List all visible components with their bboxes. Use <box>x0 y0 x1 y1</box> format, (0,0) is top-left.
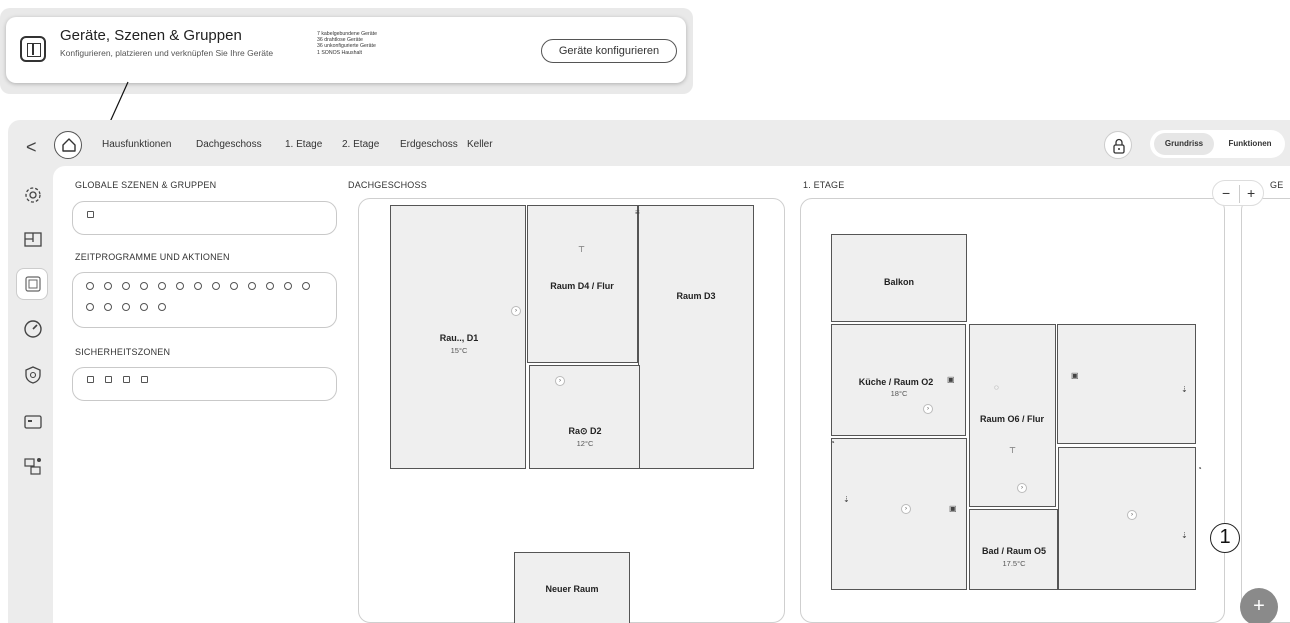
thermostat-icon[interactable]: ⇣ <box>1181 532 1188 540</box>
zone-icon[interactable] <box>141 376 148 383</box>
schedule-icon[interactable] <box>122 303 130 311</box>
zoom-out-button[interactable]: − <box>1222 185 1230 201</box>
tab-hausfunktionen[interactable]: Hausfunktionen <box>102 139 172 150</box>
socket-icon[interactable]: ▣ <box>1071 372 1079 380</box>
schedule-icon[interactable] <box>140 282 148 290</box>
device-icon[interactable]: › <box>923 404 933 414</box>
room-bad-temp: 17.5°C <box>1002 559 1026 568</box>
zone-icon[interactable] <box>87 376 94 383</box>
room-d4-name: Raum D4 / Flur <box>550 281 614 291</box>
etage1-panel: Balkon Küche / Raum O2 18°C Raum O6 / Fl… <box>800 198 1225 623</box>
room-d2-name: Ra⊙ D2 <box>568 426 602 436</box>
scene-icon[interactable] <box>87 211 94 218</box>
home-icon <box>62 138 76 152</box>
schedule-icon[interactable] <box>176 282 184 290</box>
socket-icon[interactable]: ▣ <box>949 505 957 513</box>
next-floor-title: GE <box>1270 180 1284 190</box>
schedule-icon[interactable] <box>140 303 148 311</box>
schedule-icon[interactable] <box>284 282 292 290</box>
device-icon[interactable]: › <box>1127 510 1137 520</box>
schedules-section-title: ZEITPROGRAMME UND AKTIONEN <box>75 252 230 262</box>
dachgeschoss-panel: Rau.., D1 15°C Raum D4 / Flur Raum D3 Ra… <box>358 198 785 623</box>
scenes-section-title: GLOBALE SZENEN & GRUPPEN <box>75 180 217 190</box>
device-icon[interactable]: › <box>555 376 565 386</box>
schedule-icon[interactable] <box>194 282 202 290</box>
socket-icon[interactable]: ▣ <box>947 376 955 384</box>
room-d1-name: Rau.., D1 <box>439 333 479 343</box>
view-toggle: Grundriss Funktionen <box>1150 130 1285 158</box>
room-bad-name: Bad / Raum O5 <box>981 546 1047 556</box>
dachgeschoss-title: DACHGESCHOSS <box>348 180 427 190</box>
zone-icon[interactable] <box>123 376 130 383</box>
room-southeast[interactable] <box>1058 447 1196 590</box>
schedule-icon[interactable] <box>86 282 94 290</box>
lamp-icon[interactable]: ⊤ <box>578 246 585 254</box>
schedule-icon[interactable] <box>158 303 166 311</box>
schedule-icon[interactable] <box>212 282 220 290</box>
tab-dachgeschoss[interactable]: Dachgeschoss <box>196 139 262 150</box>
back-button[interactable]: < <box>26 137 37 158</box>
view-funktionen[interactable]: Funktionen <box>1218 133 1282 155</box>
schedule-icon[interactable] <box>248 282 256 290</box>
room-kueche-name: Küche / Raum O2 <box>858 377 934 387</box>
room-d1-temp: 15°C <box>450 346 468 355</box>
schedule-icon[interactable] <box>122 282 130 290</box>
device-icon[interactable]: › <box>901 504 911 514</box>
room-neu-name: Neuer Raum <box>545 584 599 594</box>
tab-erdgeschoss[interactable]: Erdgeschoss <box>400 139 458 150</box>
security-zones-box <box>72 367 337 401</box>
security-section-title: SICHERHEITSZONEN <box>75 347 171 357</box>
room-southwest[interactable] <box>831 438 967 590</box>
room-east[interactable] <box>1057 324 1196 444</box>
room-o6-name: Raum O6 / Flur <box>979 414 1045 424</box>
next-floor-panel <box>1241 198 1290 623</box>
annotation-marker: 1 <box>1210 523 1240 553</box>
display-icon[interactable] <box>22 411 44 433</box>
thermostat-icon[interactable]: ⇣ <box>843 496 850 504</box>
gear-icon[interactable] <box>22 184 44 206</box>
zone-icon[interactable] <box>105 376 112 383</box>
view-grundriss[interactable]: Grundriss <box>1154 133 1214 155</box>
schedules-box <box>72 272 337 328</box>
add-button[interactable]: + <box>1240 588 1278 623</box>
room-d3-name: Raum D3 <box>676 291 716 301</box>
tab-2-etage[interactable]: 2. Etage <box>342 139 379 150</box>
schedule-icon[interactable] <box>104 303 112 311</box>
power-icon[interactable]: ◌ <box>994 384 999 392</box>
device-icon[interactable]: › <box>511 306 521 316</box>
etage1-title: 1. ETAGE <box>803 180 845 190</box>
schedule-icon[interactable] <box>230 282 238 290</box>
device-icon[interactable]: › <box>1017 483 1027 493</box>
schedule-icon[interactable] <box>302 282 310 290</box>
lock-button[interactable] <box>1104 131 1132 159</box>
room-d2[interactable] <box>529 365 640 469</box>
schedule-icon[interactable] <box>158 282 166 290</box>
room-balkon-name: Balkon <box>883 277 915 287</box>
room-d2-temp: 12°C <box>576 439 594 448</box>
home-button[interactable] <box>54 131 82 159</box>
thermostat-icon[interactable]: ⇣ <box>1181 386 1188 394</box>
room-kueche-temp: 18°C <box>890 389 908 398</box>
zoom-control: − + <box>1212 180 1264 206</box>
floorplan-icon[interactable] <box>22 229 44 251</box>
devices-icon[interactable] <box>22 273 44 295</box>
sensor-icon[interactable]: ◔ <box>1197 465 1202 473</box>
sensor-icon[interactable]: ◔ <box>830 439 835 447</box>
lock-icon <box>1113 138 1125 154</box>
scenes-group-box[interactable] <box>72 201 337 235</box>
gauge-icon[interactable] <box>22 318 44 340</box>
zoom-in-button[interactable]: + <box>1247 185 1255 201</box>
tab-1-etage[interactable]: 1. Etage <box>285 139 322 150</box>
schedule-icon[interactable] <box>104 282 112 290</box>
schedule-icon[interactable] <box>86 303 94 311</box>
shield-icon[interactable] <box>22 364 44 386</box>
blind-icon[interactable]: ≡ <box>635 209 640 217</box>
room-d3[interactable] <box>638 205 754 469</box>
tab-keller[interactable]: Keller <box>467 139 493 150</box>
schedule-icon[interactable] <box>266 282 274 290</box>
lamp-icon[interactable]: ⊤ <box>1009 447 1016 455</box>
network-icon[interactable] <box>22 455 44 477</box>
